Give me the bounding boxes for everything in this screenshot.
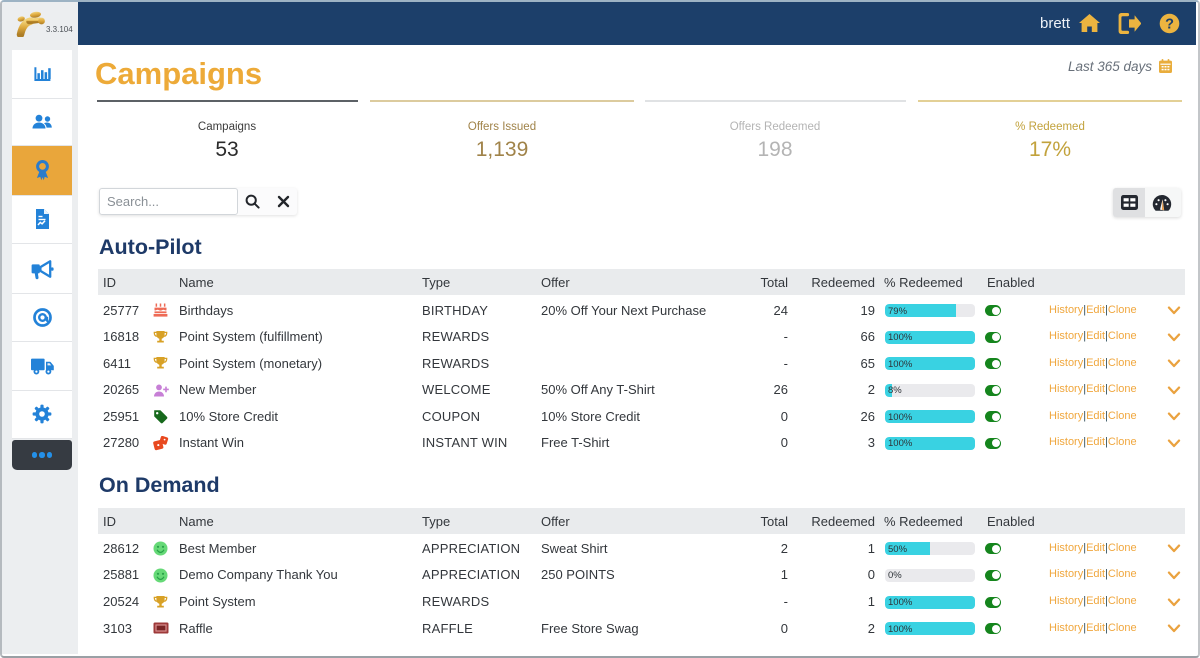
- svg-text:?: ?: [1165, 17, 1174, 33]
